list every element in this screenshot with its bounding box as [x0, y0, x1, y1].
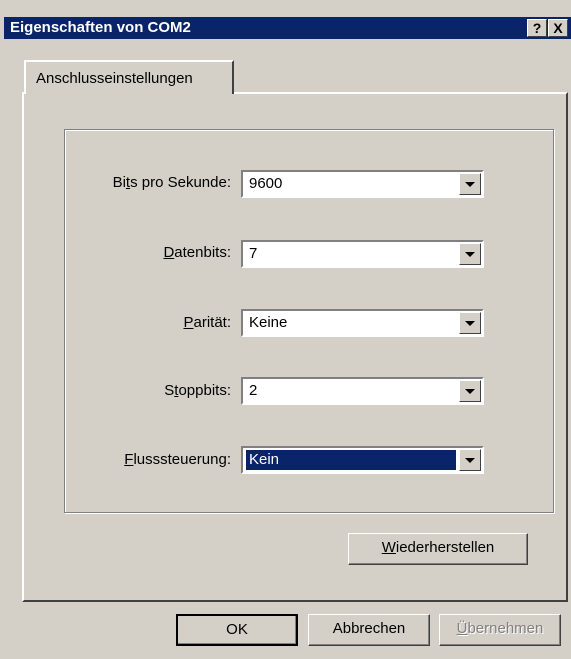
chevron-down-icon[interactable] — [459, 312, 481, 334]
data-bits-value: 7 — [249, 245, 258, 262]
properties-dialog: Eigenschaften von COM2 ? X Anschlusseins… — [0, 0, 571, 659]
stop-bits-label: Stoppbits: — [164, 382, 231, 399]
chevron-down-icon[interactable] — [459, 380, 481, 402]
flow-control-value: Kein — [245, 449, 457, 471]
parity-value: Keine — [249, 314, 288, 331]
flow-control-label: Flusssteuerung: — [124, 451, 231, 468]
bits-per-second-value: 9600 — [249, 175, 283, 192]
stop-bits-value: 2 — [249, 382, 258, 399]
help-button[interactable]: ? — [527, 19, 547, 37]
stop-bits-select[interactable]: 2 — [241, 377, 484, 405]
tab-port-settings[interactable]: Anschlusseinstellungen — [24, 60, 234, 94]
data-bits-label: Datenbits: — [163, 244, 231, 261]
tab-label: Anschlusseinstellungen — [36, 70, 193, 87]
cancel-button[interactable]: Abbrechen — [308, 614, 430, 646]
flow-control-select[interactable]: Kein — [241, 446, 484, 474]
chevron-down-icon[interactable] — [459, 243, 481, 265]
bits-per-second-select[interactable]: 9600 — [241, 170, 484, 198]
parity-label: Parität: — [183, 314, 231, 331]
ok-button[interactable]: OK — [176, 614, 298, 646]
apply-button[interactable]: Übernehmen — [439, 614, 561, 646]
window-title: Eigenschaften von COM2 — [10, 19, 191, 36]
restore-defaults-button[interactable]: Wiederherstellen — [348, 533, 528, 565]
chevron-down-icon[interactable] — [459, 449, 481, 471]
close-button[interactable]: X — [548, 19, 568, 37]
bits-per-second-label: Bits pro Sekunde: — [112, 174, 231, 191]
title-bar[interactable]: Eigenschaften von COM2 ? X — [4, 17, 571, 39]
data-bits-select[interactable]: 7 — [241, 240, 484, 268]
chevron-down-icon[interactable] — [459, 173, 481, 195]
parity-select[interactable]: Keine — [241, 309, 484, 337]
